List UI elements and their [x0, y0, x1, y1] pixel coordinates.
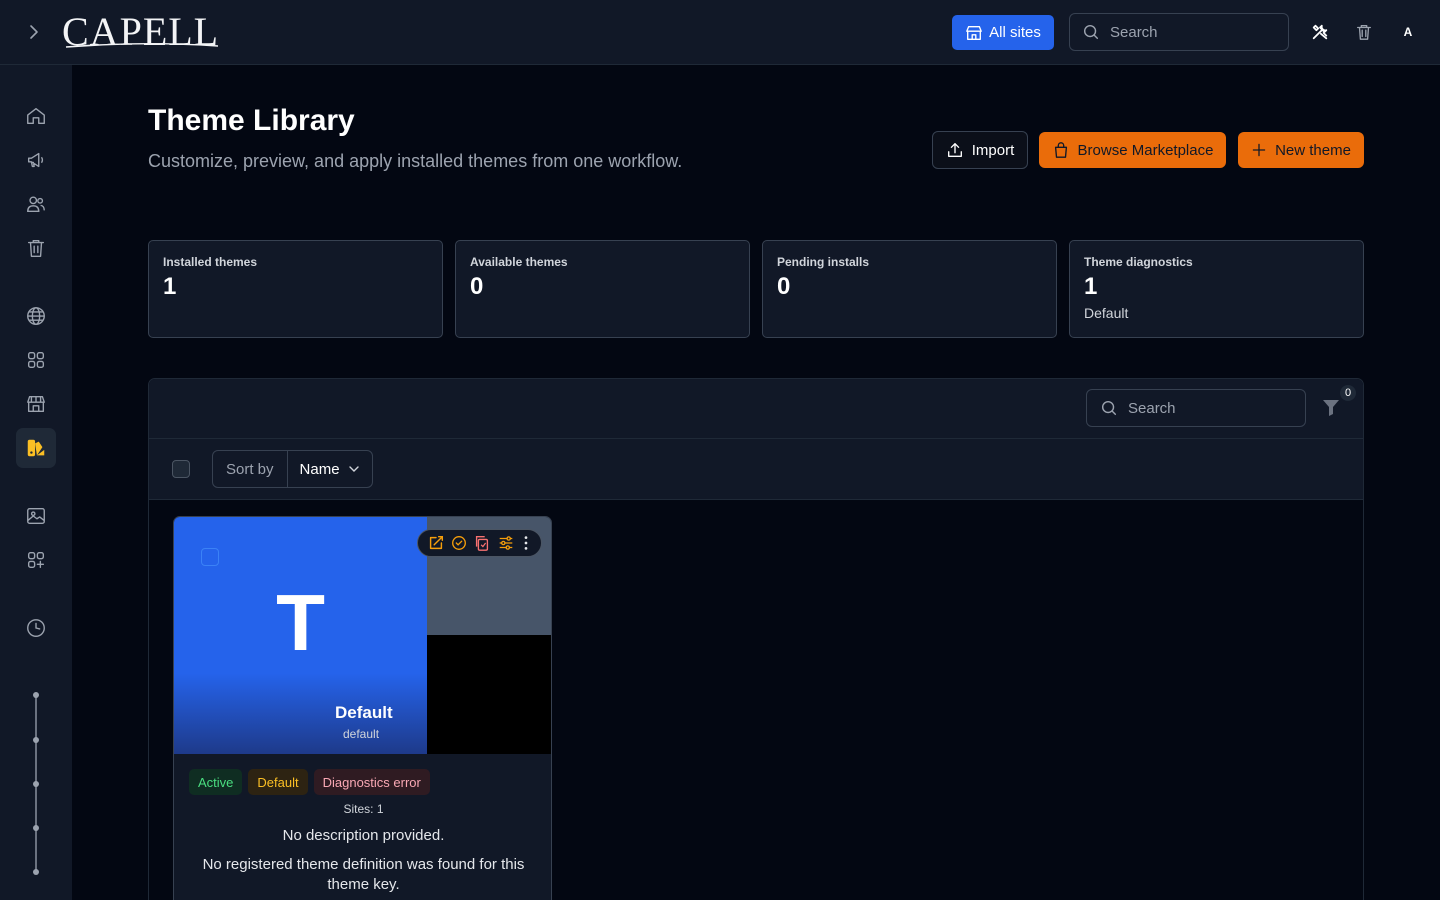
global-search-input[interactable]: Search	[1069, 13, 1289, 51]
trash-icon	[27, 239, 45, 257]
sidebar-item-campaigns[interactable]	[16, 140, 56, 180]
sidebar-item-history[interactable]	[16, 608, 56, 648]
page-subtitle: Customize, preview, and apply installed …	[148, 151, 683, 171]
duplicate-icon[interactable]	[473, 534, 491, 552]
search-icon	[1083, 24, 1099, 40]
sort-label: Sort by	[213, 451, 288, 487]
stat-value: 0	[777, 273, 791, 300]
stat-label: Available themes	[470, 255, 568, 269]
logo-swoosh-icon	[65, 43, 219, 48]
sidebar-item-users[interactable]	[16, 184, 56, 224]
theme-description: No description provided.	[282, 827, 445, 844]
timeline-dot[interactable]	[33, 869, 39, 875]
top-bar: CAPELL All sites Search A	[0, 0, 1440, 65]
trash-button[interactable]	[1354, 22, 1374, 42]
clock-icon	[27, 619, 45, 637]
stat-value: 1	[163, 273, 177, 300]
browse-marketplace-label: Browse Marketplace	[1077, 141, 1214, 159]
table-toolbar: Sort by Name	[149, 439, 1363, 500]
sort-value-text: Name	[299, 460, 340, 478]
status-badge-diagnostics: Diagnostics error	[313, 769, 430, 795]
status-badge-active: Active	[189, 769, 243, 795]
megaphone-icon	[27, 152, 44, 168]
stat-value: 1	[1084, 273, 1098, 300]
upload-icon	[947, 143, 962, 157]
storefront-icon	[966, 25, 983, 40]
page-title: Theme Library	[148, 104, 355, 137]
filter-count-badge: 0	[1340, 385, 1356, 401]
timeline-dot[interactable]	[33, 737, 39, 743]
stat-card-diagnostics: Theme diagnostics 1 Default	[1069, 240, 1364, 338]
tools-button[interactable]	[1310, 22, 1330, 42]
theme-actions-toolbar	[417, 529, 542, 557]
themes-table: Search 0 Sort by Name T Default default	[148, 378, 1364, 900]
filter-icon[interactable]	[1321, 396, 1341, 418]
sort-value[interactable]: Name	[288, 451, 372, 487]
home-icon	[27, 107, 45, 125]
chevron-right-icon	[30, 25, 38, 39]
theme-preview: T Default default	[174, 517, 551, 754]
sort-select[interactable]: Sort by Name	[212, 450, 373, 488]
trash-icon	[1357, 25, 1371, 40]
sidebar-item-trash[interactable]	[16, 228, 56, 268]
plus-icon	[1252, 143, 1266, 157]
timeline-dot[interactable]	[33, 692, 39, 698]
stat-card-installed: Installed themes 1	[148, 240, 443, 338]
stat-label: Installed themes	[163, 255, 258, 269]
stat-card-pending: Pending installs 0	[762, 240, 1057, 338]
timeline-dot[interactable]	[33, 781, 39, 787]
stat-label: Pending installs	[777, 255, 870, 269]
themes-icon	[27, 439, 45, 457]
stat-value: 0	[470, 273, 484, 300]
theme-badges: Active Default Diagnostics error	[189, 769, 430, 795]
grid-icon	[27, 351, 45, 369]
tools-icon	[1312, 24, 1328, 40]
status-badge-default: Default	[248, 769, 308, 795]
theme-select-checkbox[interactable]	[201, 548, 219, 566]
import-label: Import	[971, 141, 1015, 159]
table-search-input[interactable]: Search	[1086, 389, 1306, 427]
users-icon	[27, 196, 45, 213]
sidebar-item-stores[interactable]	[16, 384, 56, 424]
stat-label: Theme diagnostics	[1084, 255, 1193, 269]
sidebar-toggle-button[interactable]	[22, 20, 46, 44]
theme-key: default	[343, 727, 380, 741]
timeline-dot[interactable]	[33, 825, 39, 831]
global-search-placeholder: Search	[1110, 23, 1158, 41]
add-apps-icon	[27, 551, 45, 569]
storefront-icon	[27, 395, 45, 413]
stat-note: Default	[1084, 305, 1129, 321]
theme-sites-count: Sites: 1	[343, 802, 384, 816]
search-icon	[1101, 400, 1117, 416]
new-theme-label: New theme	[1275, 141, 1351, 159]
image-icon	[27, 507, 45, 525]
stat-card-available: Available themes 0	[455, 240, 750, 338]
browse-marketplace-button[interactable]: Browse Marketplace	[1039, 132, 1226, 168]
theme-name: Default	[335, 703, 393, 722]
table-search-placeholder: Search	[1128, 399, 1176, 417]
new-theme-button[interactable]: New theme	[1238, 132, 1364, 168]
sidebar-item-apps[interactable]	[16, 340, 56, 380]
theme-error-message: No registered theme definition was found…	[202, 856, 525, 893]
all-sites-label: All sites	[989, 24, 1041, 41]
theme-initial: T	[276, 578, 325, 667]
shopping-bag-icon	[1054, 142, 1067, 158]
all-sites-button[interactable]: All sites	[952, 15, 1054, 50]
edit-icon[interactable]	[427, 534, 445, 552]
table-header: Search 0	[149, 379, 1363, 439]
more-vertical-icon[interactable]	[520, 534, 532, 552]
user-avatar[interactable]: A	[1398, 22, 1418, 42]
theme-card[interactable]: T Default default Active Default Diagnos…	[173, 516, 552, 900]
sidebar-item-home[interactable]	[16, 96, 56, 136]
sidebar-item-sites[interactable]	[16, 296, 56, 336]
settings-sliders-icon[interactable]	[497, 534, 515, 552]
import-button[interactable]: Import	[932, 131, 1028, 169]
sidebar-item-extensions[interactable]	[16, 540, 56, 580]
check-circle-icon[interactable]	[450, 534, 468, 552]
select-all-checkbox[interactable]	[172, 460, 190, 478]
sidebar-item-themes[interactable]	[16, 428, 56, 468]
chevron-down-icon	[348, 466, 359, 472]
globe-icon	[27, 307, 45, 325]
sidebar-item-media[interactable]	[16, 496, 56, 536]
